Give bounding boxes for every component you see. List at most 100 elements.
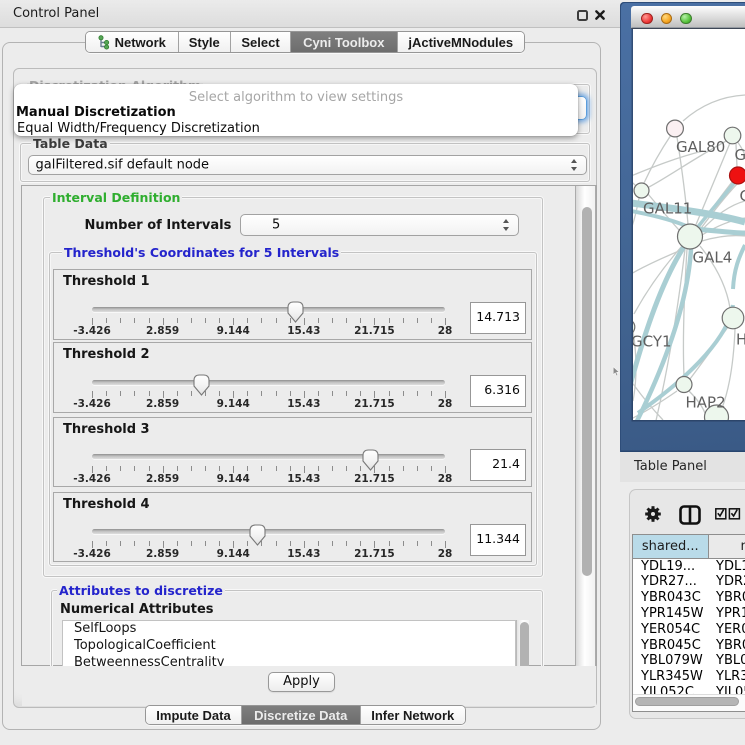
select-columns-icon[interactable] — [715, 508, 742, 520]
node-hap2[interactable] — [676, 377, 692, 393]
table-row[interactable]: YPR145WYPR14 — [633, 606, 745, 622]
tab-network[interactable]: Network — [86, 32, 179, 52]
slider-minor-tick — [318, 391, 319, 396]
slider-minor-tick — [205, 318, 206, 323]
slider-minor-tick — [120, 391, 121, 396]
node-label: HAP2 — [686, 394, 726, 412]
slider-major-tick — [163, 466, 164, 473]
node-h[interactable] — [722, 307, 744, 329]
table-row[interactable]: YDR27...YDR27 — [633, 574, 745, 590]
column-header-name[interactable]: na — [709, 535, 745, 559]
table-data-select-value: galFiltered.sif default node — [36, 157, 210, 172]
attribute-list-item[interactable]: BetweennessCentrality — [63, 655, 515, 666]
attributes-list-scrollbar[interactable] — [516, 620, 529, 666]
gear-icon[interactable] — [644, 505, 662, 523]
slider-minor-tick — [134, 318, 135, 323]
slider-minor-tick — [318, 318, 319, 323]
slider-tick-label: 21.715 — [354, 548, 395, 560]
node-gal4[interactable] — [678, 224, 703, 249]
node-gal80r[interactable] — [724, 127, 741, 144]
slider-major-tick — [233, 466, 234, 473]
slider-track[interactable] — [92, 529, 445, 534]
network-edge-thick — [695, 229, 745, 233]
node-pink[interactable] — [667, 120, 684, 137]
slider-thumb[interactable] — [193, 374, 210, 396]
slider-tick-label: 2.859 — [146, 548, 179, 560]
table-row[interactable]: YLR345WYLR34 — [633, 669, 745, 685]
control-panel-tabs: Network StyleSelectCyni ToolboxjActiveMNo… — [85, 31, 525, 53]
show-columns-icon[interactable] — [679, 505, 701, 525]
slider-minor-tick — [149, 391, 150, 396]
table-row[interactable]: YDL19...YDL19 — [633, 559, 745, 575]
interval-definition-group-title: Interval Definition — [50, 190, 182, 205]
network-canvas[interactable]: GAL80GACGAL11GAL4GCY1HHAP2 — [633, 29, 745, 420]
tab-cyni-toolbox[interactable]: Cyni Toolbox — [291, 32, 398, 52]
threshold-value-field[interactable]: 21.4 — [470, 449, 526, 481]
slider-thumb[interactable] — [249, 524, 266, 546]
table-horizontal-scrollbar-thumb[interactable] — [635, 697, 739, 706]
slider-thumb[interactable] — [287, 301, 304, 323]
slider-track[interactable] — [92, 380, 445, 385]
cell-name: YBL07 — [716, 653, 745, 669]
slider-tick-label: 28 — [438, 398, 453, 410]
threshold-value-field[interactable]: 11.344 — [470, 524, 526, 556]
table-row[interactable]: YER054CYER05 — [633, 622, 745, 638]
slider-minor-tick — [360, 318, 361, 323]
slider-minor-tick — [205, 541, 206, 546]
table-horizontal-scrollbar[interactable] — [633, 694, 745, 712]
tab-infer-network[interactable]: Infer Network — [361, 706, 466, 724]
threshold-value-field[interactable]: 6.316 — [470, 375, 526, 407]
slider-thumb[interactable] — [362, 449, 379, 471]
popup-item-manual-discretization[interactable]: Manual Discretization — [16, 105, 176, 120]
slider-minor-tick — [219, 391, 220, 396]
number-of-intervals-select[interactable]: 5 — [240, 214, 519, 236]
table-row[interactable]: YBL079WYBL07 — [633, 653, 745, 669]
table-panel-bar: Table Panel — [620, 452, 745, 482]
node-label: GCY1 — [633, 333, 672, 351]
apply-button[interactable]: Apply — [268, 672, 335, 692]
table-row[interactable]: YBR045CYBR04 — [633, 638, 745, 654]
table-data-group-title: Table Data — [31, 136, 110, 151]
table-row[interactable]: YBR043CYBR04 — [633, 590, 745, 606]
tab-select[interactable]: Select — [231, 32, 291, 52]
network-edge-thick — [733, 245, 745, 289]
table-data-select[interactable]: galFiltered.sif default node — [28, 155, 587, 176]
tab-impute-data[interactable]: Impute Data — [146, 706, 242, 724]
numerical-attributes-list[interactable]: SelfLoopsTopologicalCoefficientBetweenne… — [62, 620, 516, 666]
tab-discretize-data[interactable]: Discretize Data — [242, 706, 361, 724]
slider-major-tick — [163, 541, 164, 548]
attribute-list-item[interactable]: SelfLoops — [63, 621, 515, 638]
attribute-list-item[interactable]: TopologicalCoefficient — [63, 638, 515, 655]
node-red[interactable] — [730, 167, 745, 184]
slider-minor-tick — [149, 318, 150, 323]
slider-minor-tick — [318, 466, 319, 471]
node-gal11[interactable] — [634, 183, 649, 198]
slider-track[interactable] — [92, 307, 445, 312]
slider-minor-tick — [191, 541, 192, 546]
slider-minor-tick — [360, 541, 361, 546]
tab-label: Network — [115, 35, 166, 50]
threshold-value-field[interactable]: 14.713 — [470, 302, 526, 334]
slider-minor-tick — [261, 466, 262, 471]
slider-minor-tick — [431, 391, 432, 396]
close-traffic-light-icon[interactable] — [641, 13, 653, 25]
settings-scrollbar-thumb[interactable] — [582, 207, 592, 576]
popup-item-equal-width[interactable]: Equal Width/Frequency Discretization — [17, 121, 260, 136]
settings-scrollbar[interactable] — [575, 186, 596, 666]
slider-tick-label: 21.715 — [354, 398, 395, 410]
cell-name: YBR04 — [716, 590, 745, 606]
slider-minor-tick — [417, 466, 418, 471]
slider-minor-tick — [219, 541, 220, 546]
tab-style[interactable]: Style — [179, 32, 232, 52]
slider-track[interactable] — [92, 454, 445, 459]
tab-jactivemnodules[interactable]: jActiveMNodules — [398, 32, 525, 52]
column-header-shared-name[interactable]: shared... — [633, 535, 709, 559]
float-window-icon[interactable] — [577, 10, 588, 21]
slider-minor-tick — [106, 391, 107, 396]
minimize-traffic-light-icon[interactable] — [661, 13, 673, 25]
zoom-traffic-light-icon[interactable] — [680, 13, 692, 25]
popup-hint-item[interactable]: Select algorithm to view settings — [14, 90, 578, 105]
cell-shared-name: YLR345W — [641, 669, 703, 685]
close-icon[interactable] — [595, 10, 605, 20]
threshold-label: Threshold 2 — [63, 347, 150, 362]
